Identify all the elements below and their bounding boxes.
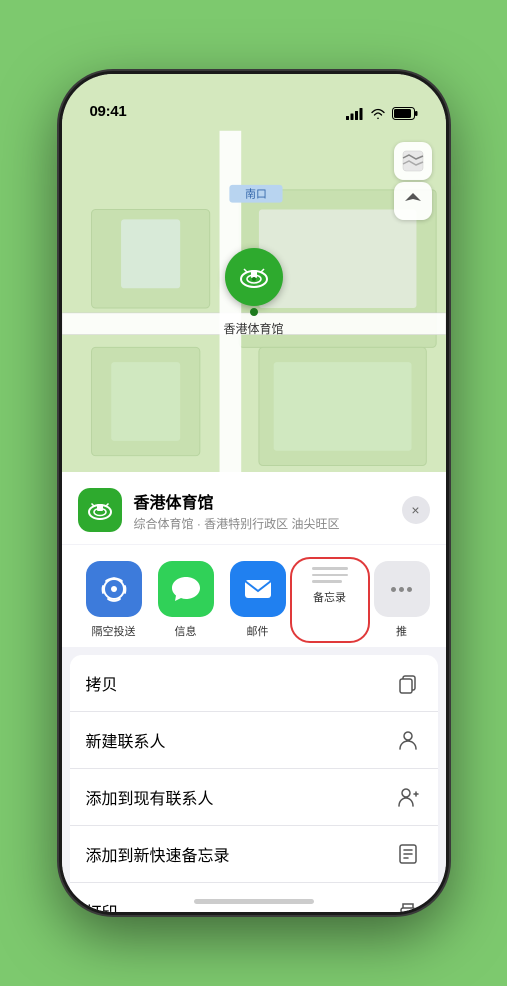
airdrop-svg — [98, 573, 130, 605]
messages-icon — [158, 561, 214, 617]
share-item-notes[interactable]: 备忘录 — [294, 561, 366, 639]
notes-line-1 — [312, 567, 348, 570]
status-bar: 09:41 — [62, 74, 446, 128]
copy-icon — [394, 669, 422, 697]
signal-icon — [346, 108, 364, 120]
new-contact-icon — [394, 726, 422, 754]
action-new-contact-label: 新建联系人 — [86, 728, 166, 752]
map-controls — [394, 142, 432, 220]
battery-icon — [392, 107, 418, 120]
venue-subtitle: 综合体育馆 · 香港特别行政区 油尖旺区 — [134, 515, 390, 532]
share-row: 隔空投送 信息 — [62, 545, 446, 647]
share-item-airdrop[interactable]: 隔空投送 — [78, 561, 150, 639]
venue-info: 香港体育馆 综合体育馆 · 香港特别行政区 油尖旺区 — [134, 489, 390, 532]
more-label: 推 — [396, 623, 407, 639]
poi-label: 香港体育馆 — [223, 320, 283, 337]
add-notes-icon — [394, 840, 422, 868]
bottom-sheet: 香港体育馆 综合体育馆 · 香港特别行政区 油尖旺区 × — [62, 472, 446, 912]
location-arrow-icon — [404, 192, 422, 210]
poi-dot — [249, 308, 257, 316]
mail-svg — [241, 572, 275, 606]
action-list: 拷贝 新建联系人 — [70, 655, 438, 912]
map-type-button[interactable] — [394, 142, 432, 180]
action-add-existing[interactable]: 添加到现有联系人 — [70, 769, 438, 826]
action-print[interactable]: 打印 — [70, 883, 438, 912]
notes-lines — [312, 567, 348, 583]
close-button[interactable]: × — [402, 496, 430, 524]
action-add-notes-label: 添加到新快速备忘录 — [86, 842, 230, 866]
notes-add-svg — [397, 843, 419, 865]
copy-svg — [397, 672, 419, 694]
more-icon — [374, 561, 430, 617]
airdrop-icon — [86, 561, 142, 617]
stadium-icon — [236, 260, 270, 294]
venue-icon — [78, 488, 122, 532]
share-item-mail[interactable]: 邮件 — [222, 561, 294, 639]
action-copy[interactable]: 拷贝 — [70, 655, 438, 712]
share-item-messages[interactable]: 信息 — [150, 561, 222, 639]
location-button[interactable] — [394, 182, 432, 220]
person-add-svg — [397, 786, 419, 808]
venue-icon-img — [86, 496, 114, 524]
notes-line-3 — [312, 580, 342, 583]
action-print-label: 打印 — [86, 899, 118, 912]
venue-name: 香港体育馆 — [134, 489, 390, 513]
airdrop-label: 隔空投送 — [92, 623, 136, 639]
print-icon — [394, 897, 422, 912]
action-add-existing-label: 添加到现有联系人 — [86, 785, 214, 809]
phone-screen: 09:41 — [62, 74, 446, 912]
sheet-header: 香港体育馆 综合体育馆 · 香港特别行政区 油尖旺区 × — [62, 472, 446, 544]
person-svg — [397, 729, 419, 751]
phone-frame: 09:41 — [59, 71, 449, 915]
svg-text:南口: 南口 — [245, 188, 267, 201]
messages-label: 信息 — [175, 623, 197, 639]
notes-line-2 — [312, 574, 348, 577]
notes-label: 备忘录 — [313, 589, 346, 605]
mail-label: 邮件 — [247, 623, 269, 639]
wifi-icon — [370, 108, 386, 120]
mail-icon — [230, 561, 286, 617]
map-type-icon — [402, 150, 424, 172]
messages-svg — [169, 572, 203, 606]
poi-marker: 香港体育馆 — [223, 248, 283, 337]
action-new-contact[interactable]: 新建联系人 — [70, 712, 438, 769]
poi-icon — [224, 248, 282, 306]
add-existing-icon — [394, 783, 422, 811]
home-indicator — [194, 899, 314, 904]
action-copy-label: 拷贝 — [86, 671, 118, 695]
share-item-more[interactable]: 推 — [366, 561, 438, 639]
print-svg — [397, 900, 419, 912]
status-time: 09:41 — [90, 103, 127, 120]
map-area[interactable]: 南口 — [62, 128, 446, 488]
status-icons — [346, 107, 418, 120]
action-add-notes[interactable]: 添加到新快速备忘录 — [70, 826, 438, 883]
notes-icon — [312, 561, 348, 583]
